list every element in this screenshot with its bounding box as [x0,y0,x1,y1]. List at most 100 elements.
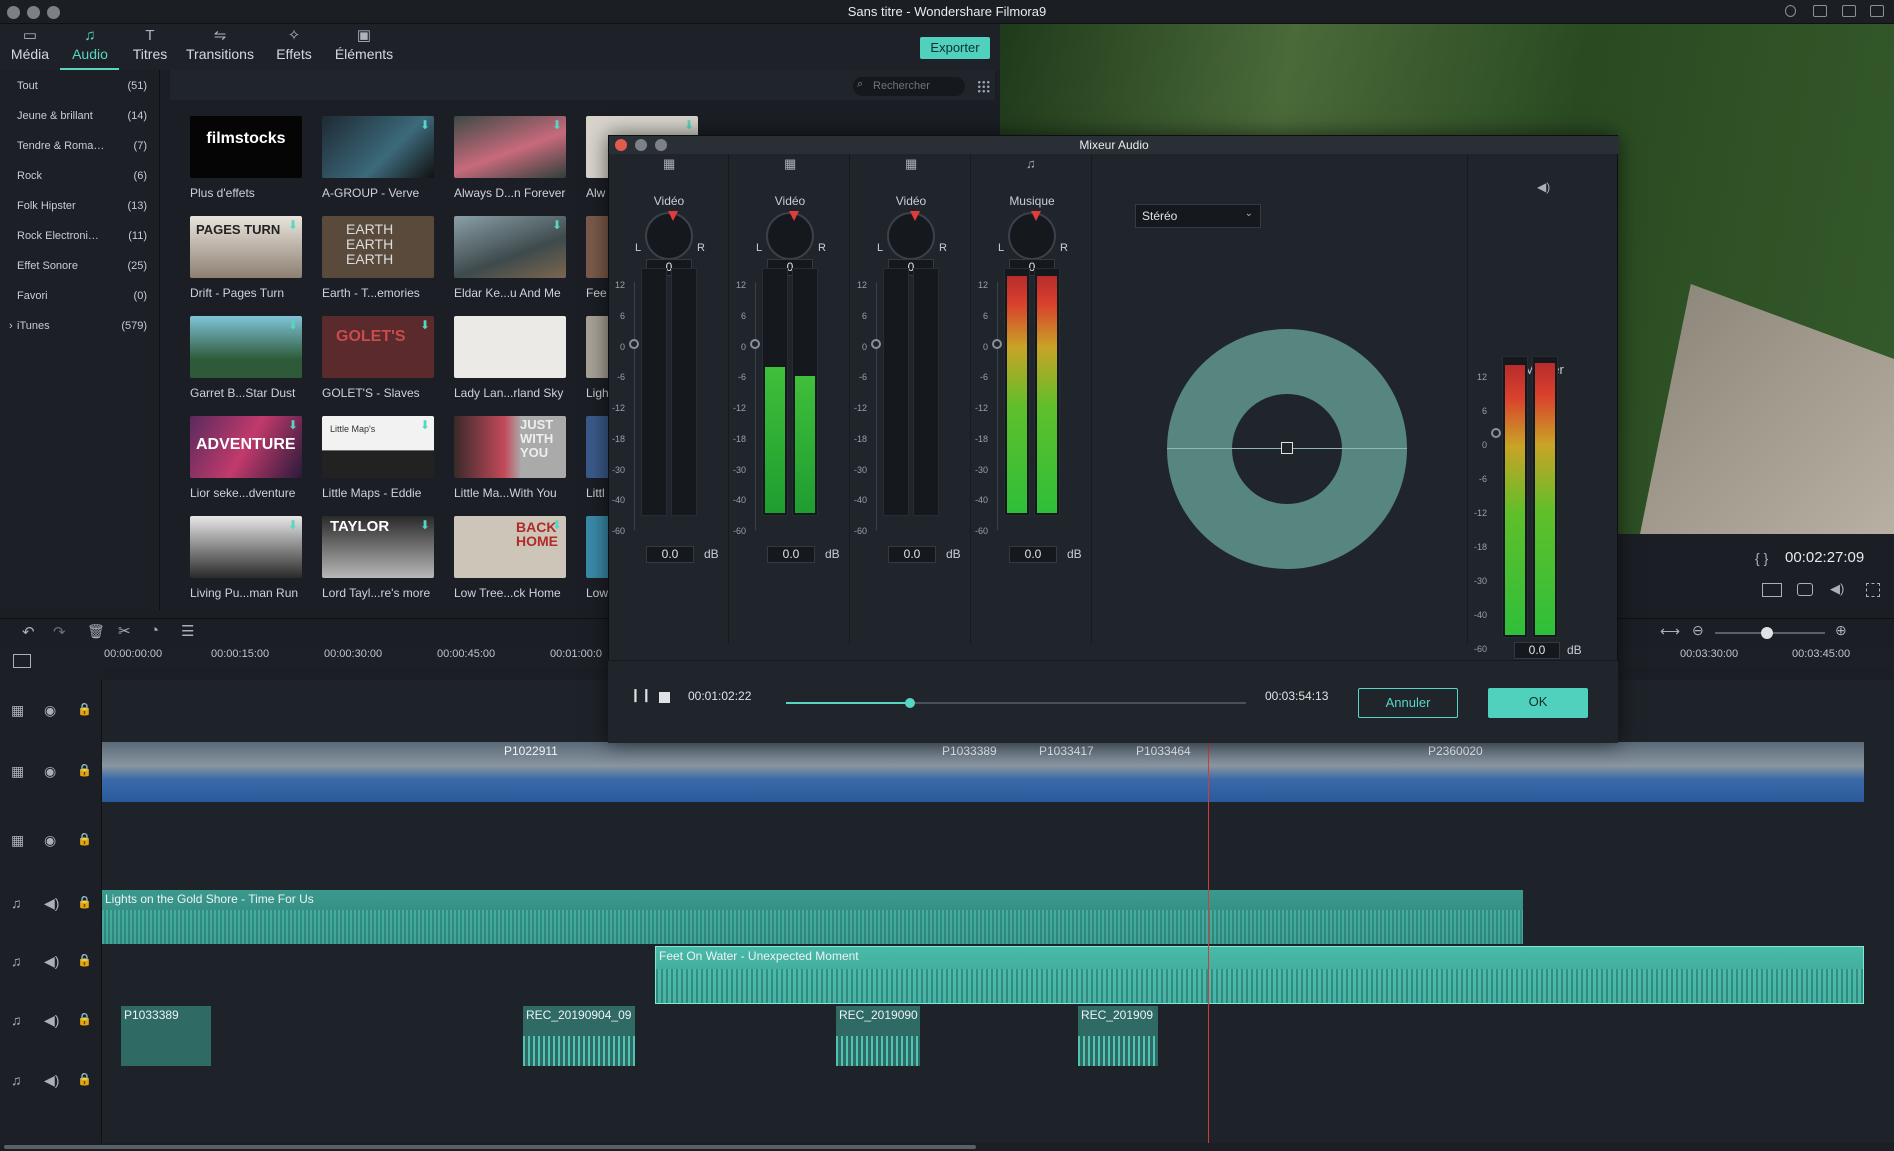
zoom-in-icon[interactable]: ⊕ [1835,622,1847,639]
download-icon[interactable]: ⬇ [684,118,694,132]
search-input[interactable]: Rechercher [853,77,965,96]
download-icon[interactable] [1870,5,1884,17]
lock-icon[interactable]: 🔒 [77,953,92,967]
video-clip-strip[interactable]: P1022911 P1033389 P1033417 P1033464 P236… [102,742,1864,802]
fullscreen-icon[interactable] [1866,583,1880,597]
audio-thumbnail[interactable]: ⬇ [322,116,434,178]
master-fader-handle[interactable] [1491,428,1501,438]
audio-clip-small[interactable]: REC_2019090 [836,1006,920,1066]
audio-thumbnail[interactable]: ⬇ [454,216,566,278]
eye-icon[interactable]: ◉ [44,832,56,849]
audio-thumbnail[interactable]: ⬇ [190,516,302,578]
adjust-icon[interactable]: ☰ [181,622,194,640]
pan-knob[interactable] [645,211,693,260]
audio-thumbnail[interactable]: EARTH EARTH EARTH [322,216,434,278]
speaker-icon[interactable]: ◀) [44,1012,59,1029]
audio-thumbnail[interactable]: ⬇ [454,116,566,178]
category-item[interactable]: Rock Electroni… (11) [17,230,147,260]
download-icon[interactable]: ⬇ [288,218,298,232]
tab-effects[interactable]: ✧ Effets [270,24,318,70]
audio-thumbnail[interactable]: Little Map's ⬇ [322,416,434,478]
audio-thumbnail[interactable]: ADVENTURE ⬇ [190,416,302,478]
category-item[interactable]: Tout (51) [17,80,147,110]
zoom-slider-handle[interactable] [1761,627,1773,639]
download-icon[interactable]: ⬇ [288,518,298,532]
tab-titles[interactable]: T Titres [128,24,172,70]
pause-icon[interactable]: ❙❙ [630,687,652,703]
download-icon[interactable]: ⬇ [420,418,430,432]
lock-icon[interactable]: 🔒 [77,702,92,716]
pan-knob[interactable] [1008,211,1056,260]
screen-icon[interactable] [1762,583,1782,597]
download-icon[interactable]: ⬇ [288,318,298,332]
category-item[interactable]: Jeune & brillant (14) [17,110,147,140]
lock-icon[interactable]: 🔒 [77,1072,92,1086]
tab-elements[interactable]: ▣ Éléments [334,24,394,70]
audio-clip-1[interactable]: Lights on the Gold Shore - Time For Us [102,890,1523,944]
timeline-scrollbar[interactable] [4,1145,976,1149]
cancel-button[interactable]: Annuler [1358,688,1458,718]
mixer-progress-track[interactable] [786,698,1246,708]
volume-fader-handle[interactable] [750,339,760,349]
audio-thumbnail[interactable]: GOLET'S ⬇ [322,316,434,378]
download-icon[interactable]: ⬇ [552,518,562,532]
pan-knob[interactable] [887,211,935,260]
download-icon[interactable]: ⬇ [552,218,562,232]
category-item[interactable]: Folk Hipster (13) [17,200,147,230]
add-track-icon[interactable] [13,654,31,668]
speaker-icon[interactable]: ◀) [44,1072,59,1089]
lock-icon[interactable]: 🔒 [77,895,92,909]
tab-transitions[interactable]: ⇋ Transitions [184,24,256,70]
volume-fader-track[interactable] [634,282,635,530]
channel-db-value[interactable]: 0.0 [1009,546,1057,563]
lock-icon[interactable]: 🔒 [77,763,92,777]
category-item[interactable]: Effet Sonore (25) [17,260,147,290]
eye-icon[interactable]: ◉ [44,702,56,719]
channel-db-value[interactable]: 0.0 [646,546,694,563]
download-icon[interactable]: ⬇ [288,418,298,432]
cart-icon[interactable] [1813,5,1827,17]
export-button[interactable]: Exporter [920,37,990,59]
mail-icon[interactable] [1842,5,1856,17]
audio-clip-2[interactable]: Feet On Water - Unexpected Moment [655,946,1864,1004]
fit-timeline-icon[interactable]: ⟷ [1660,623,1680,640]
lock-icon[interactable]: 🔒 [77,1012,92,1026]
tab-audio[interactable]: ♫ Audio [68,24,112,70]
volume-fader-track[interactable] [755,282,756,530]
category-item[interactable]: Rock (6) [17,170,147,200]
audio-thumbnail[interactable]: JUST WITH YOU [454,416,566,478]
category-item-itunes[interactable]: › iTunes (579) [9,320,147,350]
master-db-value[interactable]: 0.0 [1514,642,1560,659]
speaker-icon[interactable]: ◀) [44,895,59,912]
cut-icon[interactable]: ✂ [118,622,131,640]
audio-thumbnail[interactable]: TAYLOR ⬇ [322,516,434,578]
pan-position-handle[interactable] [1281,442,1293,454]
channel-db-value[interactable]: 0.0 [767,546,815,563]
redo-icon[interactable]: ↷ [53,623,66,641]
undo-icon[interactable]: ↶ [22,623,35,641]
download-icon[interactable]: ⬇ [420,518,430,532]
category-item[interactable]: Favori (0) [17,290,147,320]
download-icon[interactable]: ⬇ [552,118,562,132]
audio-clip-small[interactable]: REC_201909 [1078,1006,1158,1066]
channel-db-value[interactable]: 0.0 [888,546,936,563]
volume-fader-handle[interactable] [992,339,1002,349]
download-icon[interactable]: ⬇ [420,118,430,132]
audio-thumbnail[interactable]: filmstocks [190,116,302,178]
category-item[interactable]: Tendre & Roma… (7) [17,140,147,170]
audio-clip-small[interactable]: REC_20190904_09 [523,1006,635,1066]
speaker-icon[interactable]: ◀) [44,953,59,970]
volume-fader-handle[interactable] [871,339,881,349]
account-icon[interactable] [1785,5,1796,17]
snapshot-icon[interactable] [1797,583,1813,596]
channel-mode-select[interactable]: Stéréo ⌄ [1135,204,1261,228]
volume-fader-track[interactable] [876,282,877,530]
volume-fader-track[interactable] [997,282,998,530]
audio-thumbnail[interactable]: PAGES TURN ⬇ [190,216,302,278]
volume-icon[interactable]: ◀) [1830,581,1844,597]
eye-icon[interactable]: ◉ [44,763,56,780]
audio-clip-small[interactable]: P1033389 [121,1006,211,1066]
zoom-out-icon[interactable]: ⊖ [1692,622,1704,639]
audio-thumbnail[interactable]: BACK HOME ⬇ [454,516,566,578]
tab-media[interactable]: ▭ Média [8,24,52,70]
